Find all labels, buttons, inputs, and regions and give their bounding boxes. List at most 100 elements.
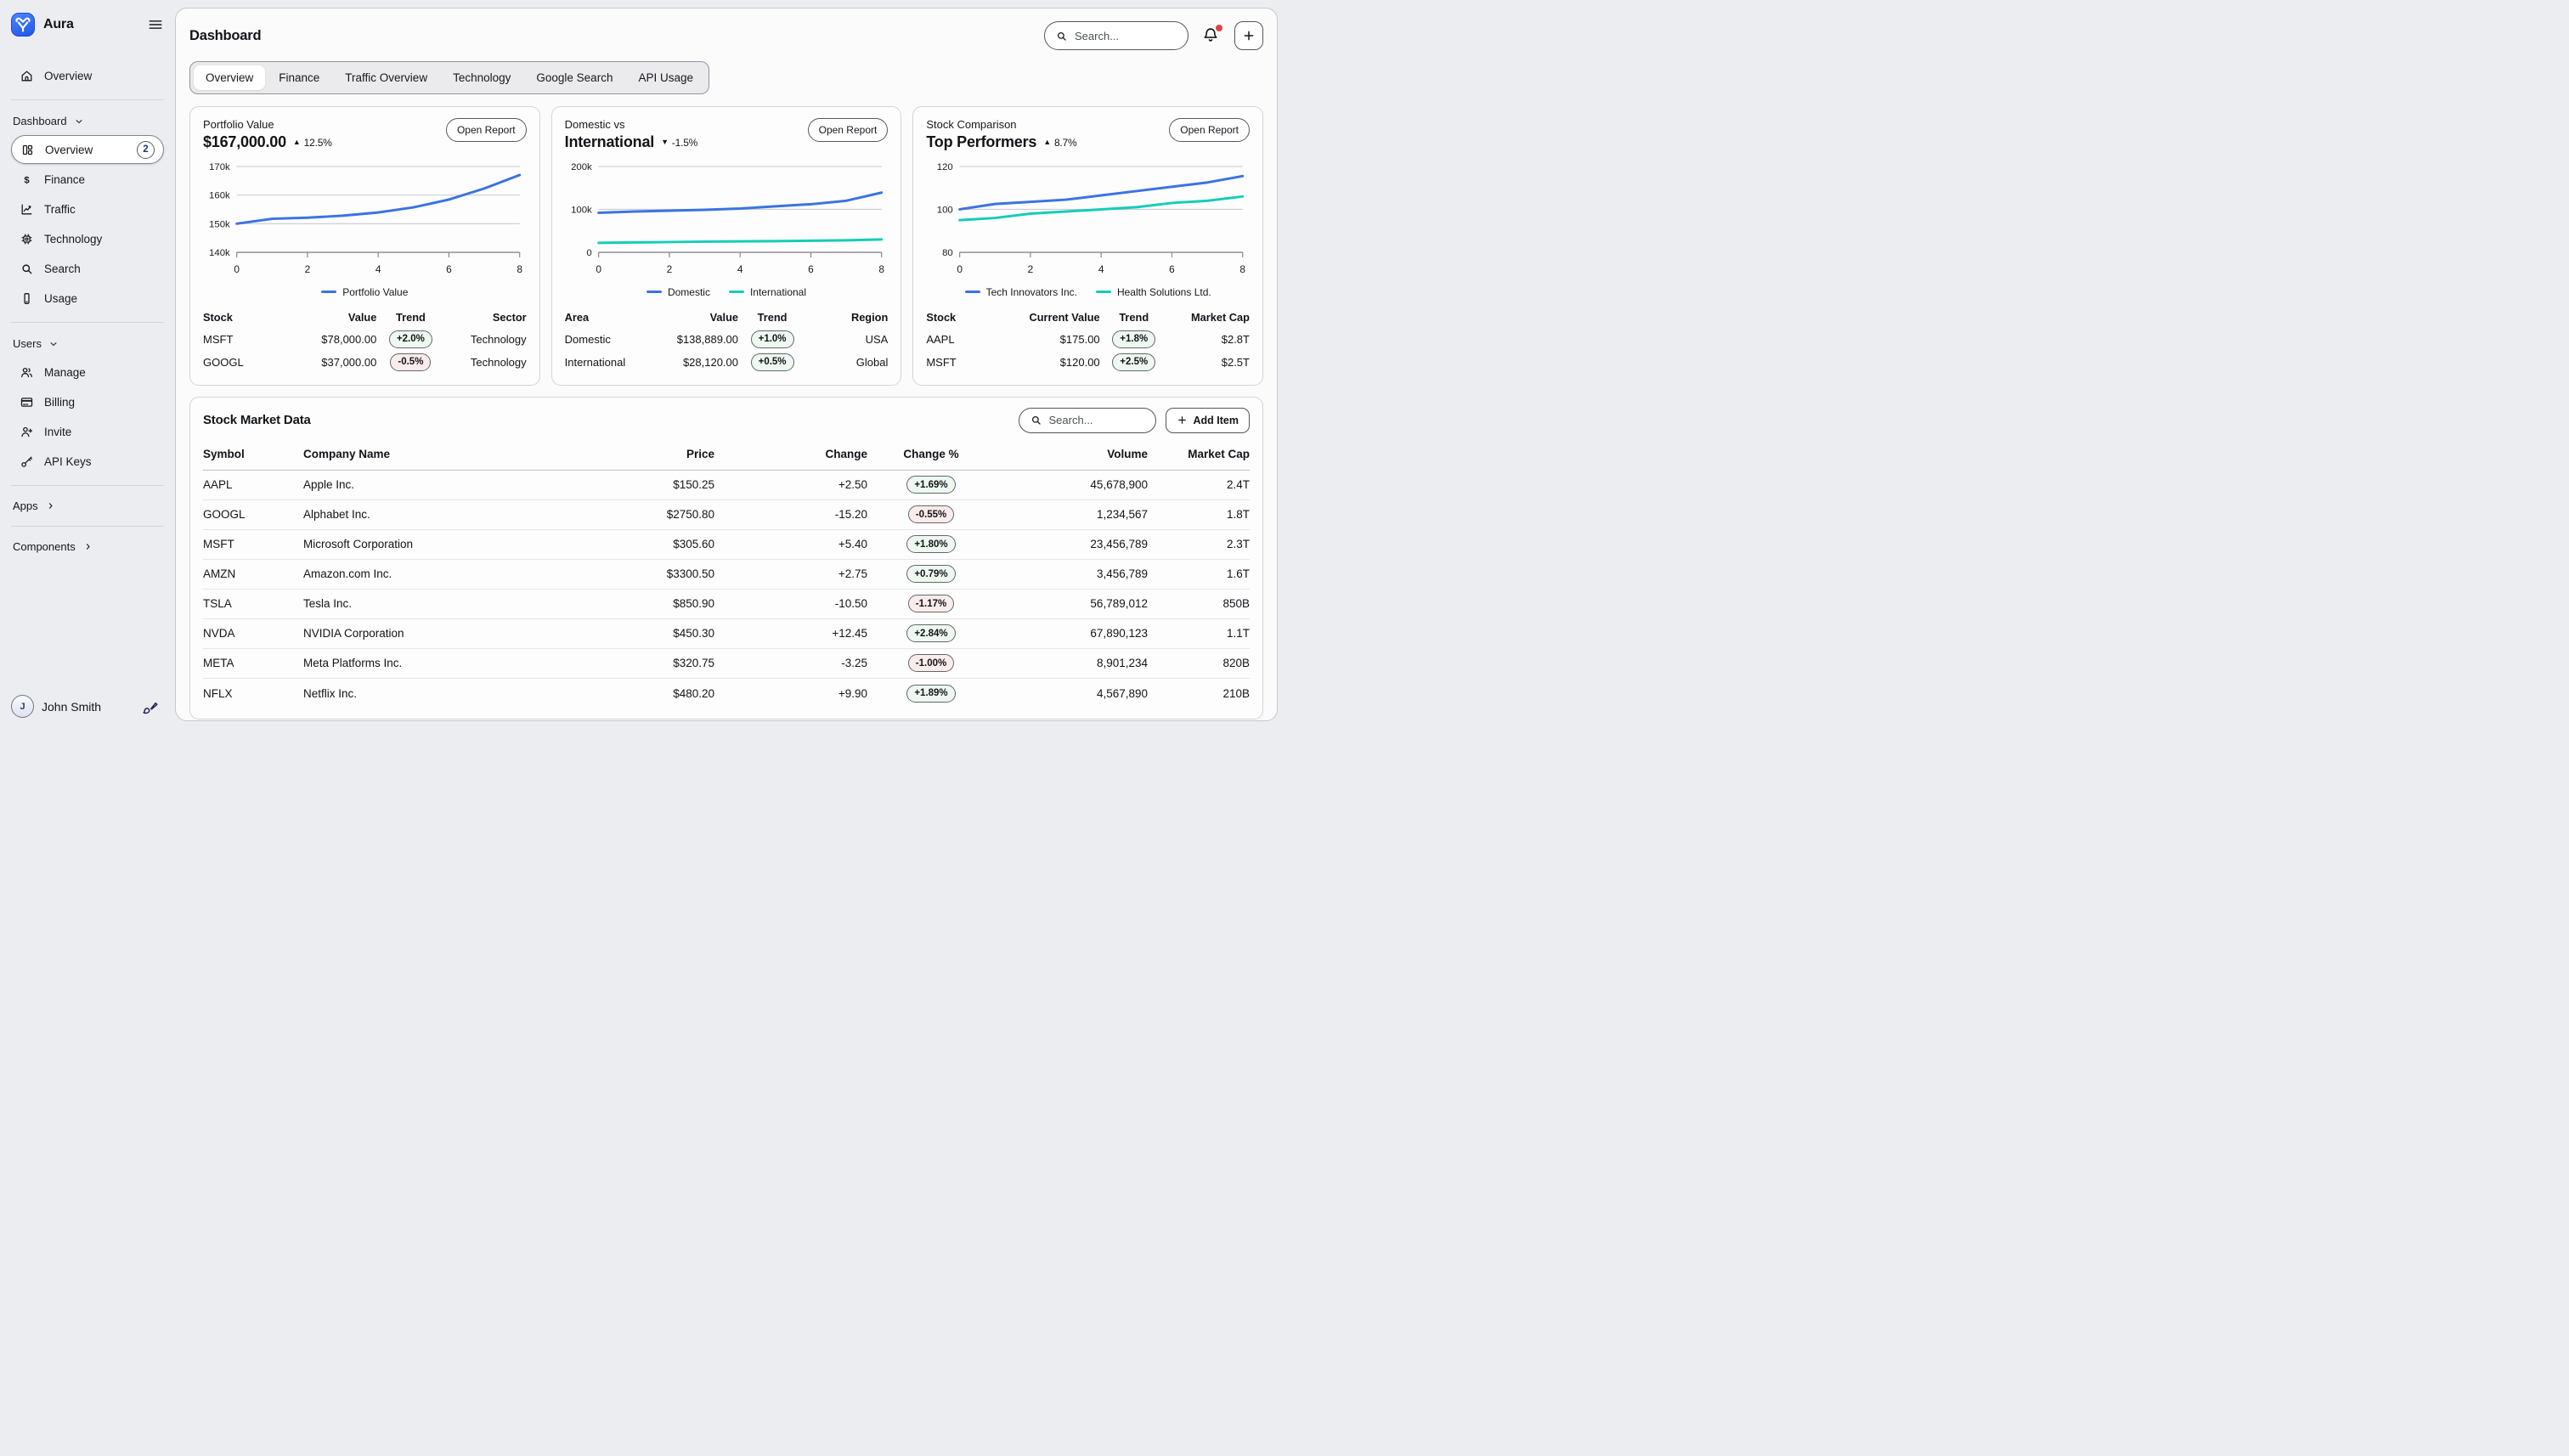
section-header-dashboard[interactable]: Dashboard (13, 115, 164, 127)
table-row[interactable]: MSFT Microsoft Corporation $305.60 +5.40… (203, 530, 1250, 560)
table-row[interactable]: META Meta Platforms Inc. $320.75 -3.25 -… (203, 649, 1250, 679)
sidebar-item-usage[interactable]: Usage (11, 284, 164, 313)
cell-market-cap: 2.4T (1148, 478, 1250, 491)
table-row[interactable]: MSFT$120.00+2.5%$2.5T (926, 351, 1250, 374)
table-row[interactable]: GOOGL$37,000.00-0.5%Technology (203, 351, 527, 374)
sidebar-item-overview[interactable]: Overview2 (11, 135, 164, 164)
cell-volume: 56,789,012 (995, 597, 1148, 610)
main-panel: Dashboard OverviewFinanceTraffic Overvie… (175, 8, 1278, 721)
svg-text:150k: 150k (209, 219, 230, 229)
card-eyebrow: Domestic vs (565, 118, 698, 131)
svg-text:8: 8 (517, 263, 522, 275)
global-search[interactable] (1044, 21, 1189, 50)
table-row[interactable]: Domestic$138,889.00+1.0%USA (565, 328, 889, 351)
paintbrush-icon[interactable] (142, 698, 159, 715)
cell-symbol: NFLX (203, 687, 303, 700)
table-row[interactable]: TSLA Tesla Inc. $850.90 -10.50 -1.17% 56… (203, 590, 1250, 619)
sidebar-item-billing[interactable]: Billing (11, 387, 164, 416)
trend-pill: +1.8% (1112, 330, 1155, 348)
table-row[interactable]: NVDA NVIDIA Corporation $450.30 +12.45 +… (203, 619, 1250, 649)
trend-pill: +2.0% (389, 330, 432, 348)
card-table-header: StockCurrent ValueTrendMarket Cap (926, 307, 1250, 328)
sidebar-item-overview[interactable]: Overview (11, 61, 164, 90)
tab-technology[interactable]: Technology (441, 65, 522, 90)
user-name: John Smith (42, 700, 101, 714)
table-row[interactable]: MSFT$78,000.00+2.0%Technology (203, 328, 527, 351)
svg-text:6: 6 (446, 263, 452, 275)
change-pct-pill: -0.55% (908, 505, 954, 523)
trend-pill: +0.5% (751, 353, 794, 371)
sidebar-item-invite[interactable]: Invite (11, 417, 164, 446)
add-item-button[interactable]: Add Item (1166, 408, 1250, 433)
sidebar-item-technology[interactable]: Technology (11, 224, 164, 253)
table-row[interactable]: AAPL$175.00+1.8%$2.8T (926, 328, 1250, 351)
sidebar-item-api-keys[interactable]: API Keys (11, 447, 164, 476)
table-row[interactable]: AMZN Amazon.com Inc. $3300.50 +2.75 +0.7… (203, 560, 1250, 590)
svg-text:0: 0 (234, 263, 240, 275)
trend-arrow-icon: ▼ (661, 138, 669, 146)
table-search[interactable] (1019, 408, 1156, 433)
table-row[interactable]: AAPL Apple Inc. $150.25 +2.50 +1.69% 45,… (203, 471, 1250, 500)
cell-change: -15.20 (714, 508, 867, 521)
tab-google-search[interactable]: Google Search (524, 65, 624, 90)
table-row[interactable]: GOOGL Alphabet Inc. $2750.80 -15.20 -0.5… (203, 500, 1250, 530)
table-cell: Domestic (565, 333, 636, 346)
cell-change: +9.90 (714, 687, 867, 700)
open-report-button[interactable]: Open Report (446, 118, 527, 142)
sidebar-item-search[interactable]: Search (11, 254, 164, 283)
avatar: J (11, 695, 34, 718)
open-report-button[interactable]: Open Report (1169, 118, 1250, 142)
app-window: Aura Overview Dashboard Overview2$Finance… (0, 0, 1284, 728)
sidebar-top-nav: Overview (11, 61, 164, 90)
chart-legend: DomesticInternational (565, 286, 889, 298)
hamburger-menu-icon[interactable] (147, 16, 164, 33)
trend-indicator: ▲8.7% (1043, 137, 1076, 149)
cell-volume: 67,890,123 (995, 627, 1148, 640)
trend-pill: +2.5% (1112, 353, 1155, 371)
section-header-users[interactable]: Users (13, 337, 164, 350)
table-row[interactable]: NFLX Netflix Inc. $480.20 +9.90 +1.89% 4… (203, 679, 1250, 708)
chevron-right-icon (82, 541, 93, 552)
tab-finance[interactable]: Finance (267, 65, 331, 90)
tab-traffic-overview[interactable]: Traffic Overview (333, 65, 439, 90)
search-icon (1055, 30, 1068, 42)
cell-volume: 3,456,789 (995, 567, 1148, 580)
line-chart: 200k100k002468 (565, 158, 889, 285)
cell-symbol: AAPL (203, 478, 303, 491)
user-profile[interactable]: J John Smith (11, 695, 164, 718)
stock-market-title: Stock Market Data (203, 413, 311, 427)
open-report-button[interactable]: Open Report (808, 118, 889, 142)
table-cell: USA (806, 333, 888, 346)
notifications-button[interactable] (1201, 25, 1222, 46)
chart-legend: Portfolio Value (203, 286, 527, 298)
sidebar-link-components[interactable]: Components (13, 540, 164, 553)
tab-api-usage[interactable]: API Usage (626, 65, 705, 90)
svg-text:170k: 170k (209, 162, 230, 172)
card-table: StockValueTrendSectorMSFT$78,000.00+2.0%… (203, 307, 527, 374)
sidebar-item-traffic[interactable]: Traffic (11, 195, 164, 223)
cell-symbol: MSFT (203, 538, 303, 550)
svg-text:140k: 140k (209, 248, 230, 258)
sidebar-item-manage[interactable]: Manage (11, 358, 164, 387)
table-search-input[interactable] (1049, 414, 1145, 426)
tab-overview[interactable]: Overview (194, 65, 265, 90)
sidebar: Aura Overview Dashboard Overview2$Finance… (0, 0, 175, 728)
add-button[interactable] (1234, 21, 1263, 50)
table-row[interactable]: International$28,120.00+0.5%Global (565, 351, 889, 374)
chart-legend: Tech Innovators Inc.Health Solutions Ltd… (926, 286, 1250, 298)
change-pct-pill: +1.80% (906, 535, 955, 553)
cell-company: NVIDIA Corporation (303, 627, 587, 640)
tab-bar: OverviewFinanceTraffic OverviewTechnolog… (189, 61, 709, 94)
cell-price: $2750.80 (587, 508, 714, 521)
brand-row: Aura (11, 12, 164, 37)
sidebar-link-apps[interactable]: Apps (13, 499, 164, 512)
key-icon (20, 454, 34, 469)
card-headline: $167,000.00 ▲12.5% (203, 133, 332, 151)
change-pct-pill: +1.89% (906, 685, 955, 703)
home-icon (20, 69, 34, 83)
svg-text:4: 4 (1098, 263, 1104, 275)
user-plus-icon (20, 425, 34, 439)
svg-text:120: 120 (937, 162, 953, 172)
search-input[interactable] (1075, 30, 1177, 42)
sidebar-item-finance[interactable]: $Finance (11, 165, 164, 194)
